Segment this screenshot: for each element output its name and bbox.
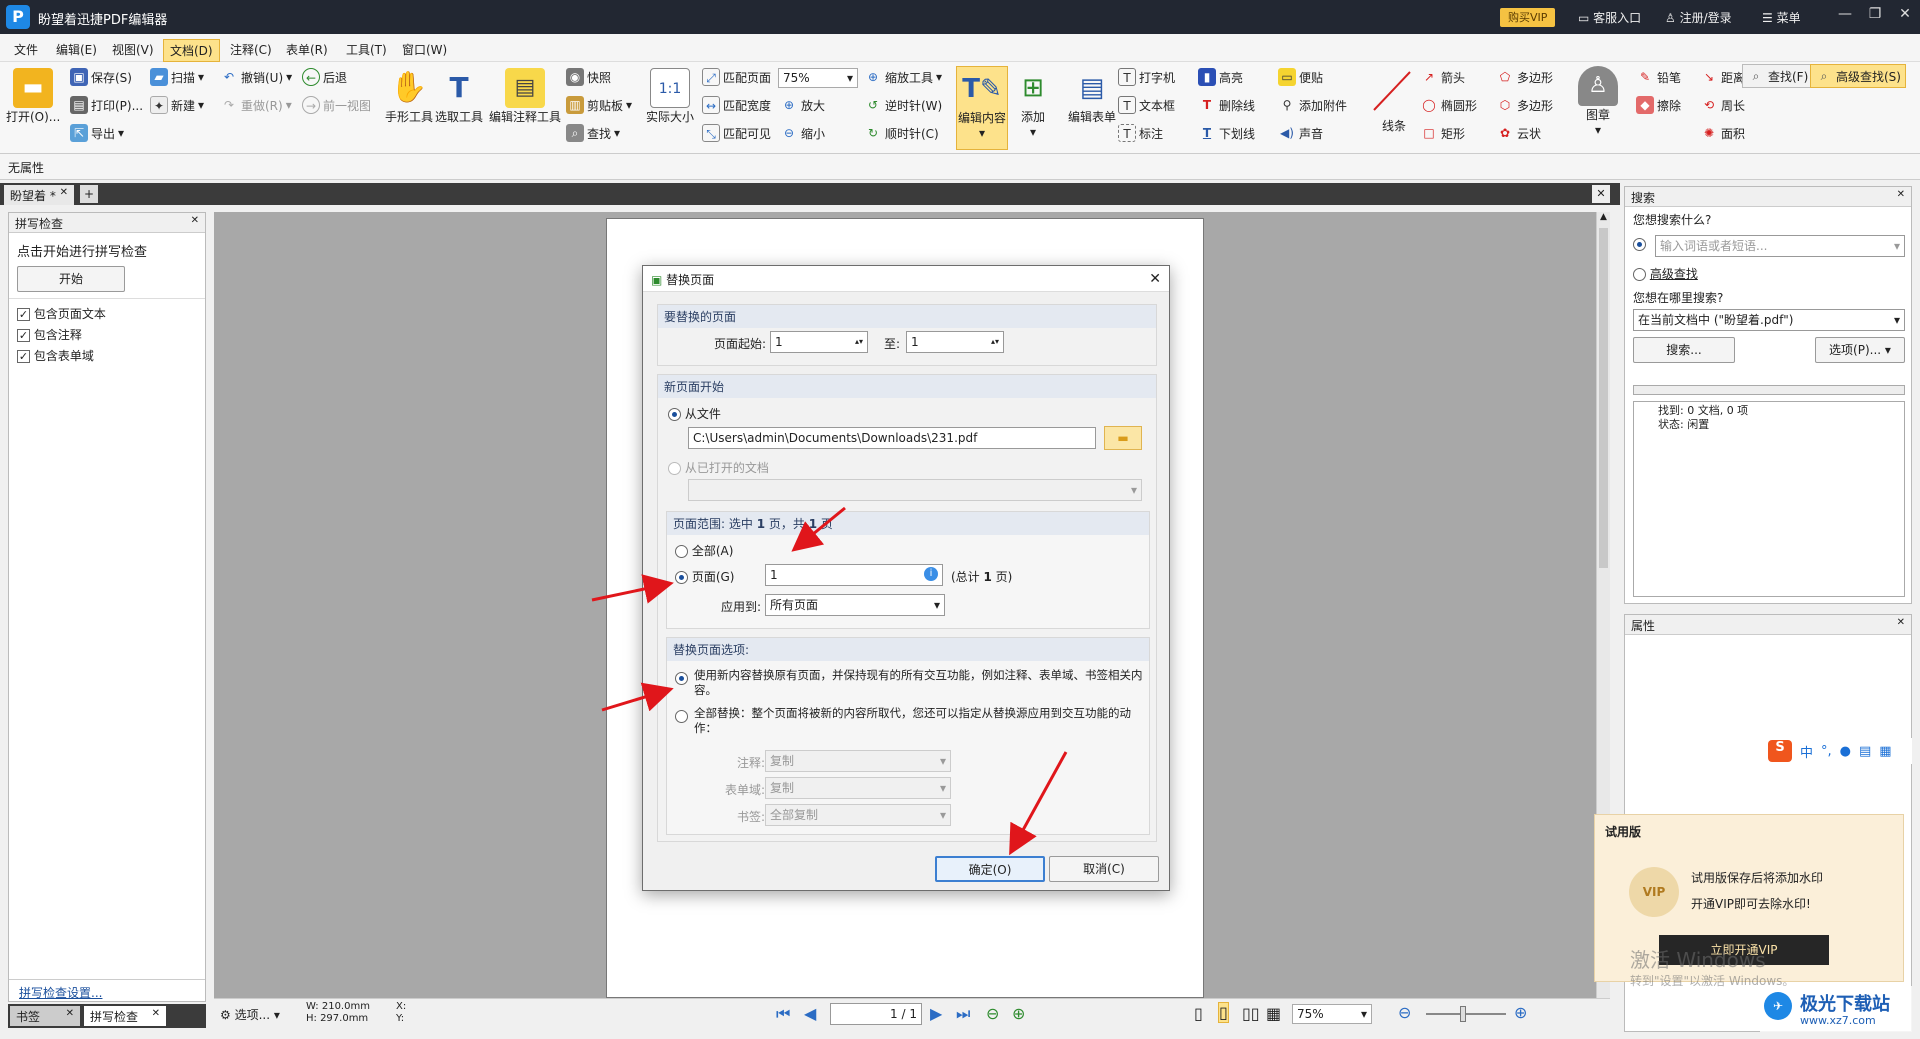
site-logo: ✈ 极光下载站 www.xz7.com: [1760, 986, 1912, 1032]
ime-punct-toggle[interactable]: °,: [1821, 744, 1832, 759]
grid-icon[interactable]: ▦: [1879, 744, 1891, 759]
arrow-ok-button: [1009, 751, 1068, 856]
ime-lang-toggle[interactable]: 中: [1800, 742, 1813, 761]
props-panel-close-icon[interactable]: ✕: [1897, 617, 1905, 628]
activation-watermark: 激活 Windows: [1630, 948, 1766, 972]
arrow-keep-option: [601, 682, 674, 712]
sogou-logo-icon[interactable]: S: [1768, 740, 1792, 762]
vip-crown-icon: VIP: [1629, 867, 1679, 917]
search-scope-select[interactable]: 在当前文档中 ("盼望着.pdf") ▾: [1633, 309, 1905, 331]
search-run-button[interactable]: 搜索...: [1633, 337, 1735, 363]
search-options-button[interactable]: 选项(P)... ▾: [1815, 337, 1905, 363]
search-query-input[interactable]: 输入词语或者短语... ▾: [1655, 235, 1905, 257]
search-progress-bar: [1633, 385, 1905, 395]
ime-toolbar: S 中 °, ● ▤ ▦: [1764, 738, 1912, 764]
search-panel: 搜索 ✕ 您想搜索什么? 输入词语或者短语... ▾ 高级查找 您想在哪里搜索? 在…: [1624, 186, 1912, 604]
search-panel-close-icon[interactable]: ✕: [1897, 189, 1905, 200]
site-logo-icon: ✈: [1764, 992, 1792, 1020]
advanced-search-radio[interactable]: 高级查找: [1633, 265, 1698, 282]
arrow-range-header: [791, 506, 846, 552]
microphone-icon[interactable]: ●: [1840, 744, 1851, 759]
keyboard-icon[interactable]: ▤: [1859, 744, 1871, 759]
arrow-pages-radio: [591, 574, 674, 604]
search-results: 找到: 0 文档, 0 项状态: 闲置: [1633, 401, 1905, 597]
